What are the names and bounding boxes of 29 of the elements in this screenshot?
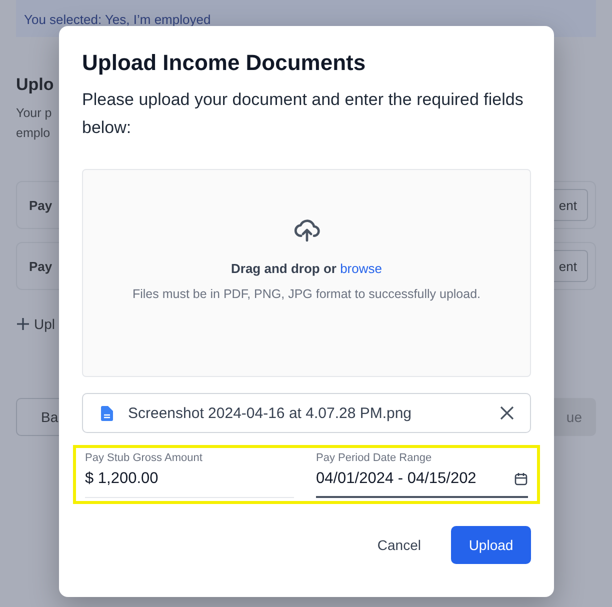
add-upload-link[interactable]: Upl (16, 316, 56, 332)
document-icon (101, 406, 113, 420)
field-value: $ 1,200.00 (85, 470, 158, 488)
field-label: Pay Period Date Range (316, 452, 433, 464)
dropzone[interactable]: Drag and drop or browse Files must be in PDF, PNG, JPG format to successfully upload. (82, 169, 531, 377)
section-description: Your p (16, 105, 52, 122)
file-name: Screenshot 2024-04-16 at 4.07.28 PM.png (128, 404, 413, 422)
calendar-icon (514, 472, 528, 486)
field-label: Pay Stub Gross Amount (85, 452, 204, 464)
plus-icon (16, 317, 30, 331)
selection-text: You selected: Yes, I’m employed (24, 12, 211, 27)
dropzone-prompt: Drag and drop or browse (231, 261, 382, 276)
dropzone-hint: Files must be in PDF, PNG, JPG format to successfully upload. (132, 286, 482, 303)
back-button[interactable]: Ba (16, 398, 59, 436)
upload-document-button[interactable]: ent (552, 189, 588, 221)
dialog-title: Upload Income Documents (82, 50, 367, 76)
field-value: 04/01/2024 - 04/15/202 (316, 470, 476, 488)
section-heading: Uplo (16, 75, 54, 95)
cancel-button[interactable]: Cancel (361, 526, 437, 564)
upload-document-button[interactable]: ent (552, 250, 588, 282)
card-label: Pay (29, 198, 52, 212)
browse-link[interactable]: browse (340, 261, 382, 276)
section-description: emplo (16, 125, 50, 142)
upload-button[interactable]: Upload (451, 526, 531, 564)
dialog-subtitle: Please upload your document and enter the required fields below: (82, 89, 524, 139)
date-range-field[interactable]: Pay Period Date Range 04/01/2024 - 04/15/202 (316, 452, 528, 498)
card-label: Pay (29, 258, 52, 274)
close-icon[interactable] (500, 406, 514, 420)
amount-field[interactable]: Pay Stub Gross Amount $ 1,200.00 (85, 452, 294, 498)
